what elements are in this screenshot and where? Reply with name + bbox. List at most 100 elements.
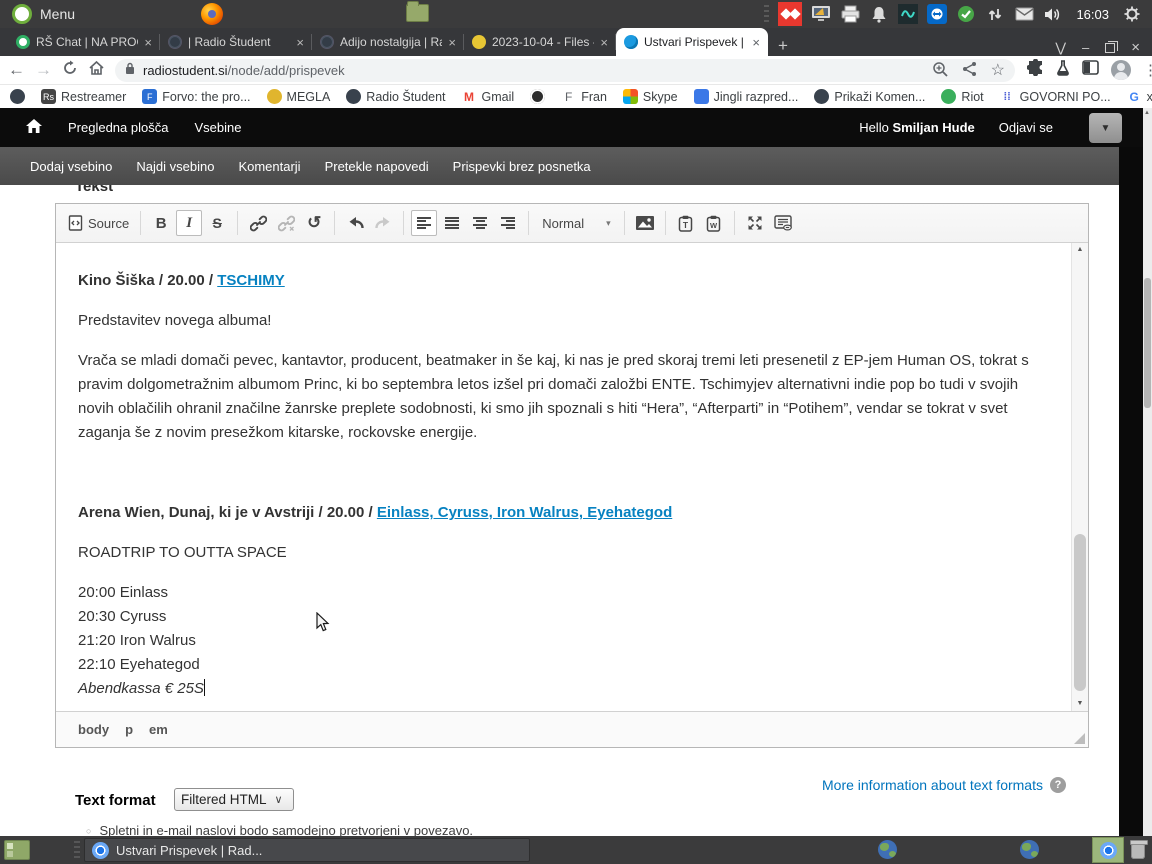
profile-avatar[interactable]: [1111, 60, 1131, 80]
admin-menu-content[interactable]: Vsebine: [194, 120, 241, 135]
session-gear-icon[interactable]: [1122, 4, 1142, 24]
network-traffic-icon[interactable]: [985, 4, 1005, 24]
tab-close-icon[interactable]: ×: [448, 35, 456, 50]
path-body[interactable]: body: [78, 722, 109, 737]
url-bar[interactable]: radiostudent.si/node/add/prispevek ☆: [115, 59, 1015, 82]
insert-image-button[interactable]: [632, 210, 658, 236]
active-chromium-tray[interactable]: [1092, 837, 1124, 863]
zoom-page-icon[interactable]: [932, 61, 948, 80]
taskbar-window-button[interactable]: Ustvari Prispevek | Rad...: [84, 838, 530, 862]
admin-home-icon[interactable]: [26, 119, 42, 136]
window-restore-button[interactable]: [1105, 43, 1115, 53]
page-scrollbar-thumb[interactable]: [1144, 278, 1151, 408]
link-to-content-button[interactable]: [770, 210, 797, 236]
bookmark-skype[interactable]: Skype: [623, 89, 678, 104]
scroll-up-icon[interactable]: ▲: [1144, 110, 1150, 116]
mail-tray-icon[interactable]: [1014, 4, 1034, 24]
align-justify-button[interactable]: [439, 210, 465, 236]
panel-clock[interactable]: 16:03: [1072, 7, 1113, 22]
bold-button[interactable]: B: [148, 210, 174, 236]
bookmark-gmail[interactable]: MGmail: [462, 89, 515, 104]
bookmark-govorni[interactable]: ⁞⁞GOVORNI PO...: [1000, 89, 1111, 104]
back-icon[interactable]: ←: [8, 60, 25, 80]
text-format-select[interactable]: Filtered HTML ∨: [174, 788, 294, 811]
shortcut-prispevki-brez-posnetka[interactable]: Prispevki brez posnetka: [453, 159, 591, 174]
path-p[interactable]: p: [125, 722, 133, 737]
audio-app-tray-icon[interactable]: [898, 4, 918, 24]
share-icon[interactable]: [962, 61, 977, 80]
bookmark-globe[interactable]: [10, 89, 25, 104]
page-scrollbar[interactable]: ▲: [1143, 108, 1152, 836]
browser-menu-icon[interactable]: ⋮: [1143, 61, 1152, 79]
notification-bell-icon[interactable]: [869, 4, 889, 24]
workspace-pager[interactable]: [4, 840, 30, 860]
paste-as-text-button[interactable]: T: [673, 210, 699, 236]
paste-from-word-button[interactable]: W: [701, 210, 727, 236]
shortcut-najdi-vsebino[interactable]: Najdi vsebino: [136, 159, 214, 174]
firefox-launcher-icon[interactable]: [201, 3, 223, 25]
shortcut-pretekle-napovedi[interactable]: Pretekle napovedi: [325, 159, 429, 174]
scroll-up-icon[interactable]: ▲: [1072, 243, 1088, 257]
path-em[interactable]: em: [149, 722, 168, 737]
bookmark-megla[interactable]: MEGLA: [267, 89, 331, 104]
window-close-button[interactable]: ×: [1131, 39, 1140, 56]
bookmark-restreamer[interactable]: RsRestreamer: [41, 89, 126, 104]
shortcut-komentarji[interactable]: Komentarji: [238, 159, 300, 174]
redo-button[interactable]: [370, 210, 396, 236]
tab-close-icon[interactable]: ×: [144, 35, 152, 50]
tab-rs-chat[interactable]: RŠ Chat | NA PROGRAMU ×: [8, 28, 160, 56]
distro-menu-icon[interactable]: [12, 4, 32, 24]
align-right-button[interactable]: [495, 210, 521, 236]
source-button[interactable]: Source: [64, 210, 133, 236]
align-center-button[interactable]: [467, 210, 493, 236]
menu-button[interactable]: Menu: [40, 6, 75, 22]
maximize-button[interactable]: [742, 210, 768, 236]
editor-scrollbar[interactable]: ▲ ▼: [1071, 243, 1088, 711]
snapshot-history-icon[interactable]: ↺: [301, 210, 327, 236]
tab-radio-student[interactable]: | Radio Študent ×: [160, 28, 312, 56]
printer-tray-icon[interactable]: [840, 4, 860, 24]
globe-window-icon[interactable]: [1020, 840, 1039, 859]
forward-icon[interactable]: →: [35, 60, 52, 80]
display-settings-icon[interactable]: [811, 4, 831, 24]
home-icon[interactable]: [88, 60, 105, 81]
toolbar-drawer-toggle[interactable]: ▼: [1089, 113, 1122, 143]
volume-icon[interactable]: [1043, 4, 1063, 24]
lineup-link[interactable]: Einlass, Cyruss, Iron Walrus, Eyehategod: [377, 504, 672, 521]
side-panel-icon[interactable]: [1082, 60, 1099, 80]
bookmark-forvo[interactable]: FForvo: the pro...: [142, 89, 250, 104]
window-minimize-button[interactable]: –: [1082, 40, 1089, 55]
flask-extension-icon[interactable]: [1056, 60, 1070, 81]
editor-scrollbar-thumb[interactable]: [1074, 534, 1086, 691]
paragraph-format-dropdown[interactable]: Normal ▾: [536, 216, 616, 231]
globe-window-icon[interactable]: [878, 840, 897, 859]
help-icon[interactable]: ?: [1050, 777, 1066, 793]
tab-files[interactable]: 2023-10-04 - Files - RŠ meg ×: [464, 28, 616, 56]
bookmark-radio-student[interactable]: Radio Študent: [346, 89, 445, 104]
link-button[interactable]: [245, 210, 271, 236]
tab-close-icon[interactable]: ×: [296, 35, 304, 50]
remmina-tray-icon[interactable]: [778, 2, 802, 26]
editor-content-area[interactable]: Kino Šiška / 20.00 / TSCHIMY Predstavite…: [56, 243, 1088, 711]
bookmark-prikazi[interactable]: Prikaži Komen...: [814, 89, 925, 104]
bookmark-fran[interactable]: FFran: [561, 89, 607, 104]
tab-close-icon[interactable]: ×: [752, 35, 760, 50]
admin-menu-dashboard[interactable]: Pregledna plošča: [68, 120, 168, 135]
trash-icon[interactable]: [1130, 840, 1146, 859]
tab-search-chevron-icon[interactable]: ⋁: [1055, 40, 1066, 56]
more-info-link[interactable]: More information about text formats: [822, 777, 1043, 793]
italic-button[interactable]: I: [176, 210, 202, 236]
unlink-button[interactable]: [273, 210, 299, 236]
strikethrough-button[interactable]: S: [204, 210, 230, 236]
bookmark-riot[interactable]: Riot: [941, 89, 983, 104]
scroll-down-icon[interactable]: ▼: [1072, 697, 1088, 711]
tab-close-icon[interactable]: ×: [600, 35, 608, 50]
align-left-button[interactable]: [411, 210, 437, 236]
tschimy-link[interactable]: TSCHIMY: [217, 272, 285, 289]
bookmark-power[interactable]: [530, 89, 545, 104]
new-tab-button[interactable]: +: [768, 36, 798, 56]
bookmark-star-icon[interactable]: ☆: [991, 60, 1005, 80]
bookmark-google-x[interactable]: Gx: [1127, 89, 1152, 104]
extensions-puzzle-icon[interactable]: [1027, 59, 1044, 81]
tab-ustvari-prispevek[interactable]: Ustvari Prispevek | Radio Š ×: [616, 28, 768, 56]
